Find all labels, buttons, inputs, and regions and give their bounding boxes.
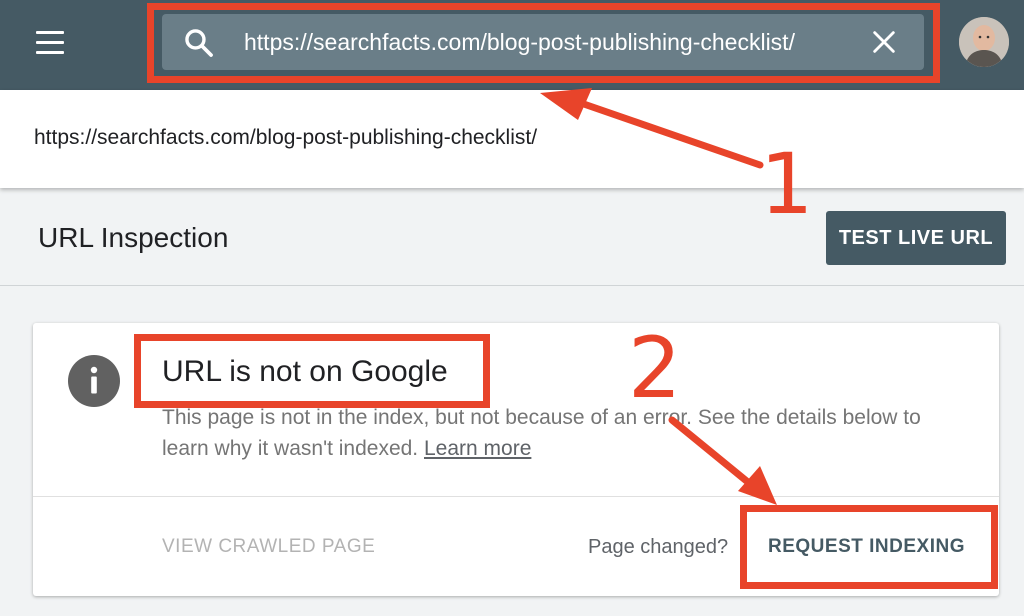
annotation-box-search bbox=[147, 3, 940, 83]
inspected-url: https://searchfacts.com/blog-post-publis… bbox=[34, 126, 538, 149]
annotation-number-1: 1 bbox=[760, 135, 814, 233]
info-icon bbox=[68, 355, 120, 407]
page-title: URL Inspection bbox=[38, 222, 229, 253]
annotation-box-status-title bbox=[134, 334, 490, 408]
description-text: This page is not in the index, but not b… bbox=[162, 406, 921, 460]
test-live-url-button[interactable]: TEST LIVE URL bbox=[826, 211, 1006, 265]
hamburger-menu-icon[interactable] bbox=[36, 31, 66, 55]
learn-more-link[interactable]: Learn more bbox=[424, 437, 531, 460]
card-divider bbox=[33, 496, 999, 497]
avatar[interactable] bbox=[959, 17, 1009, 67]
index-status-description: This page is not in the index, but not b… bbox=[162, 402, 972, 464]
section-divider bbox=[0, 285, 1024, 286]
view-crawled-page-button: VIEW CRAWLED PAGE bbox=[162, 536, 376, 557]
page-changed-text: Page changed? bbox=[588, 536, 729, 558]
annotation-number-2: 2 bbox=[628, 319, 682, 417]
annotation-box-request-indexing bbox=[740, 505, 998, 589]
user-avatar-icon bbox=[959, 17, 1009, 67]
